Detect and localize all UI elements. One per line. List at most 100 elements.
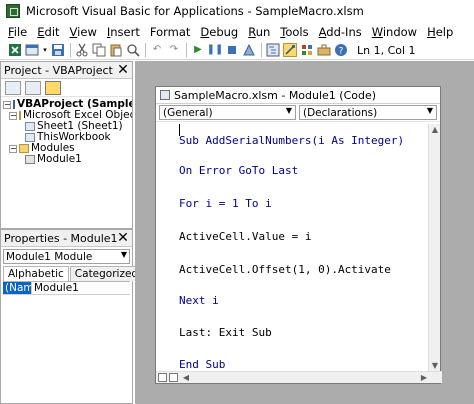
scroll-right-icon[interactable]: ▶: [418, 372, 430, 384]
project-explorer-icon[interactable]: [266, 43, 280, 57]
code-line[interactable]: End Sub: [179, 358, 225, 371]
object-browser-icon[interactable]: [300, 43, 314, 57]
redo-icon[interactable]: ↷: [167, 43, 181, 57]
object-select[interactable]: Module1 Module ▼: [3, 249, 130, 264]
property-value[interactable]: Module1: [31, 282, 79, 294]
reset-icon[interactable]: [225, 43, 239, 57]
tree-item-module1[interactable]: Module1: [3, 154, 132, 165]
properties-window-icon[interactable]: [283, 43, 297, 57]
collapse-icon[interactable]: −: [9, 111, 17, 120]
code-line[interactable]: Last: Exit Sub: [179, 326, 272, 339]
excel-app-icon: [6, 4, 20, 18]
tree-item-excel-objects[interactable]: − Microsoft Excel Objects: [3, 110, 132, 121]
menu-edit[interactable]: Edit: [37, 25, 59, 39]
menu-help[interactable]: Help: [427, 25, 453, 39]
menu-insert[interactable]: Insert: [107, 25, 140, 39]
vbaproject-icon: [13, 100, 15, 109]
menu-run[interactable]: Run: [248, 25, 270, 39]
procedure-view-icon[interactable]: [158, 373, 167, 382]
menu-format[interactable]: Format: [150, 25, 191, 39]
chevron-down-icon: ▼: [120, 250, 127, 259]
project-pane-toolbar: [1, 79, 132, 97]
tree-item-modules[interactable]: − Modules: [3, 143, 132, 154]
close-icon[interactable]: ✕: [116, 63, 130, 77]
title-bar: Microsoft Visual Basic for Applications …: [0, 0, 474, 22]
toolbar-separator: [145, 43, 146, 57]
toggle-folders-icon[interactable]: [45, 80, 61, 95]
folder-icon: [19, 111, 21, 120]
undo-icon[interactable]: ↶: [150, 43, 164, 57]
code-line[interactable]: On Error GoTo Last: [179, 164, 298, 177]
module-icon: [160, 90, 170, 100]
help-icon[interactable]: ?: [334, 43, 348, 57]
code-line[interactable]: Next i: [179, 294, 219, 307]
toolbox-icon[interactable]: [317, 43, 331, 57]
module-icon: [25, 155, 35, 164]
break-icon[interactable]: ❚❚: [207, 43, 224, 57]
tab-categorized[interactable]: Categorized: [69, 266, 144, 281]
dropdown-arrow-icon[interactable]: ▾: [42, 43, 48, 57]
collapse-icon[interactable]: −: [3, 100, 11, 109]
full-module-view-icon[interactable]: [169, 373, 178, 382]
code-editor[interactable]: Sub AddSerialNumbers(i As Integer) On Er…: [156, 124, 430, 384]
toolbar-separator: [70, 43, 71, 57]
tab-alphabetic[interactable]: Alphabetic: [3, 266, 69, 281]
toolbar-separator: [186, 43, 187, 57]
procedure-combo[interactable]: (Declarations) ▼: [299, 105, 437, 120]
cursor-position-status: Ln 1, Col 1: [357, 43, 416, 57]
paste-icon[interactable]: [109, 43, 123, 57]
cut-icon[interactable]: [75, 43, 89, 57]
object-combo[interactable]: (General) ▼: [159, 105, 296, 120]
object-select-value: Module1 Module: [6, 250, 93, 263]
view-buttons: [158, 373, 178, 382]
code-line[interactable]: Sub AddSerialNumbers(i As Integer): [179, 134, 404, 147]
run-icon[interactable]: ▶: [191, 43, 205, 57]
code-line[interactable]: For i = 1 To i: [179, 197, 272, 210]
menu-debug[interactable]: Debug: [200, 25, 238, 39]
scroll-left-icon[interactable]: ◀: [180, 372, 192, 384]
standard-toolbar: ▾ ↶ ↷ ▶ ❚❚ ? Ln 1, Col 1: [0, 41, 474, 60]
insert-userform-icon[interactable]: [25, 43, 39, 57]
folder-icon: [19, 144, 29, 153]
tree-item-label: Sheet1 (Sheet1): [37, 121, 123, 132]
copy-icon[interactable]: [92, 43, 106, 57]
properties-pane: Properties - Module1 ✕ Module1 Module ▼ …: [0, 229, 144, 404]
horizontal-scrollbar[interactable]: ◀ ▶: [156, 371, 442, 383]
code-window-titlebar[interactable]: SampleMacro.xlsm - Module1 (Code): [156, 87, 440, 104]
menu-window[interactable]: Window: [372, 25, 417, 39]
tree-item-sheet1[interactable]: Sheet1 (Sheet1): [3, 121, 132, 132]
code-line[interactable]: ActiveCell.Value = i: [179, 230, 311, 243]
collapse-icon[interactable]: −: [9, 144, 17, 153]
properties-tabs: Alphabetic Categorized: [1, 266, 144, 281]
close-icon[interactable]: ✕: [116, 231, 130, 245]
view-code-icon[interactable]: [5, 80, 21, 95]
menu-view[interactable]: View: [70, 25, 97, 39]
design-mode-icon[interactable]: [242, 43, 256, 57]
worksheet-icon: [25, 122, 35, 131]
chevron-down-icon: ▼: [426, 106, 433, 115]
menu-add-ins[interactable]: Add-Ins: [319, 25, 362, 39]
view-excel-icon[interactable]: [8, 43, 22, 57]
svg-text:?: ?: [339, 47, 344, 57]
code-line[interactable]: ActiveCell.Offset(1, 0).Activate: [179, 263, 391, 276]
menu-file[interactable]: File: [8, 25, 27, 39]
code-combos: (General) ▼ (Declarations) ▼: [156, 104, 440, 122]
project-tree: − VBAProject (SampleMacro − Microsoft Ex…: [1, 97, 132, 165]
tree-item-vbaproject[interactable]: − VBAProject (SampleMacro: [3, 99, 132, 110]
tree-item-label: ThisWorkbook: [37, 132, 111, 143]
properties-pane-header: Properties - Module1 ✕: [1, 230, 132, 247]
property-row-name[interactable]: (Name) Module1: [3, 282, 130, 295]
vertical-scrollbar[interactable]: ▲ ▼: [428, 124, 440, 372]
menu-tools[interactable]: Tools: [280, 25, 308, 39]
object-combo-value: (General): [163, 106, 213, 119]
tree-item-thisworkbook[interactable]: ThisWorkbook: [3, 132, 132, 143]
save-icon[interactable]: [51, 43, 65, 57]
scroll-up-icon[interactable]: ▲: [429, 124, 441, 136]
properties-pane-title: Properties - Module1: [4, 231, 118, 245]
view-object-icon[interactable]: [25, 80, 41, 95]
window-title: Microsoft Visual Basic for Applications …: [26, 4, 364, 18]
find-icon[interactable]: [126, 43, 140, 57]
code-window-title: SampleMacro.xlsm - Module1 (Code): [174, 88, 377, 102]
menu-bar: File Edit View Insert Format Debug Run T…: [0, 22, 474, 41]
tree-item-label: Module1: [37, 154, 82, 165]
